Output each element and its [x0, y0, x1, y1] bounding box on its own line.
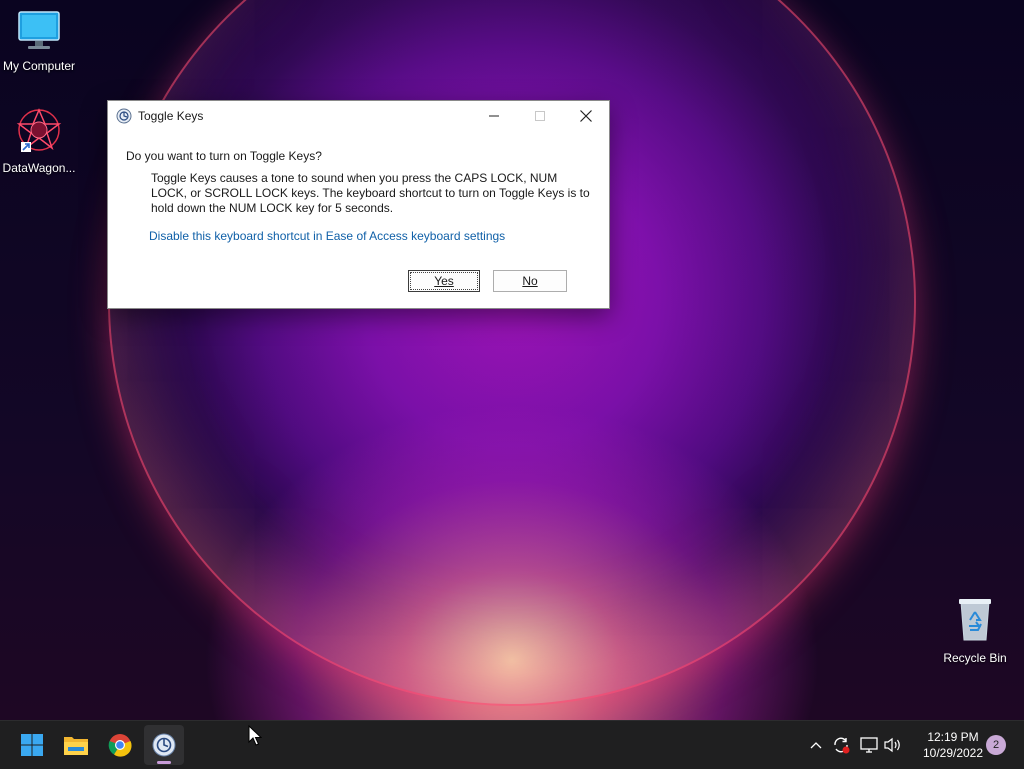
taskbar-clock[interactable]: 12:19 PM 10/29/2022 [910, 729, 996, 761]
datawagon-shortcut-icon [16, 108, 62, 152]
network-icon [860, 737, 878, 753]
dialog-question: Do you want to turn on Toggle Keys? [126, 149, 322, 163]
close-button[interactable] [563, 101, 609, 131]
desktop-icon-my-computer[interactable]: My Computer [0, 10, 84, 73]
tray-network[interactable] [857, 733, 881, 757]
taskbar-chrome[interactable] [100, 725, 140, 765]
tray-volume[interactable] [881, 733, 905, 757]
no-button[interactable]: No [493, 270, 567, 292]
tray-sync-status[interactable] [829, 733, 853, 757]
minimize-button[interactable] [471, 101, 517, 131]
recycle-bin-icon [959, 599, 991, 641]
ease-of-access-icon [116, 108, 132, 124]
active-app-indicator [157, 761, 171, 764]
desktop-icon-label: DataWagon... [2, 161, 76, 175]
ease-of-access-icon [152, 733, 176, 757]
dialog-title: Toggle Keys [138, 109, 204, 123]
taskbar-file-explorer[interactable] [56, 725, 96, 765]
sync-alert-icon [834, 737, 850, 754]
desktop-icon-datawagon[interactable]: DataWagon... [0, 106, 84, 175]
maximize-button [517, 101, 563, 131]
clock-time: 12:19 PM [927, 730, 979, 744]
desktop-icon-label: My Computer [2, 59, 76, 73]
disable-shortcut-link[interactable]: Disable this keyboard shortcut in Ease o… [149, 229, 505, 243]
yes-button[interactable]: Yes [408, 270, 480, 292]
close-icon [580, 110, 592, 122]
desktop-icon-label: Recycle Bin [943, 651, 1007, 665]
toggle-keys-dialog: Toggle Keys Do you want to turn on Toggl… [107, 100, 610, 309]
taskbar-ease-of-access[interactable] [144, 725, 184, 765]
dialog-titlebar[interactable]: Toggle Keys [108, 101, 609, 131]
desktop-icon-recycle-bin[interactable]: Recycle Bin [930, 596, 1020, 665]
notification-badge[interactable]: 2 [986, 735, 1006, 755]
clock-date: 10/29/2022 [922, 746, 984, 760]
start-button[interactable] [12, 725, 52, 765]
volume-icon [884, 737, 900, 753]
monitor-icon [18, 11, 60, 49]
dialog-body: Toggle Keys causes a tone to sound when … [151, 171, 590, 215]
chrome-icon [108, 734, 132, 757]
minimize-icon [489, 115, 499, 117]
show-hidden-icons-button[interactable] [804, 733, 828, 757]
maximize-icon [535, 111, 545, 121]
file-explorer-icon [64, 737, 88, 755]
mouse-pointer-icon [248, 725, 262, 746]
windows-start-icon [21, 734, 43, 756]
chevron-up-icon [810, 742, 822, 749]
taskbar: 12:19 PM 10/29/2022 2 [0, 720, 1024, 769]
